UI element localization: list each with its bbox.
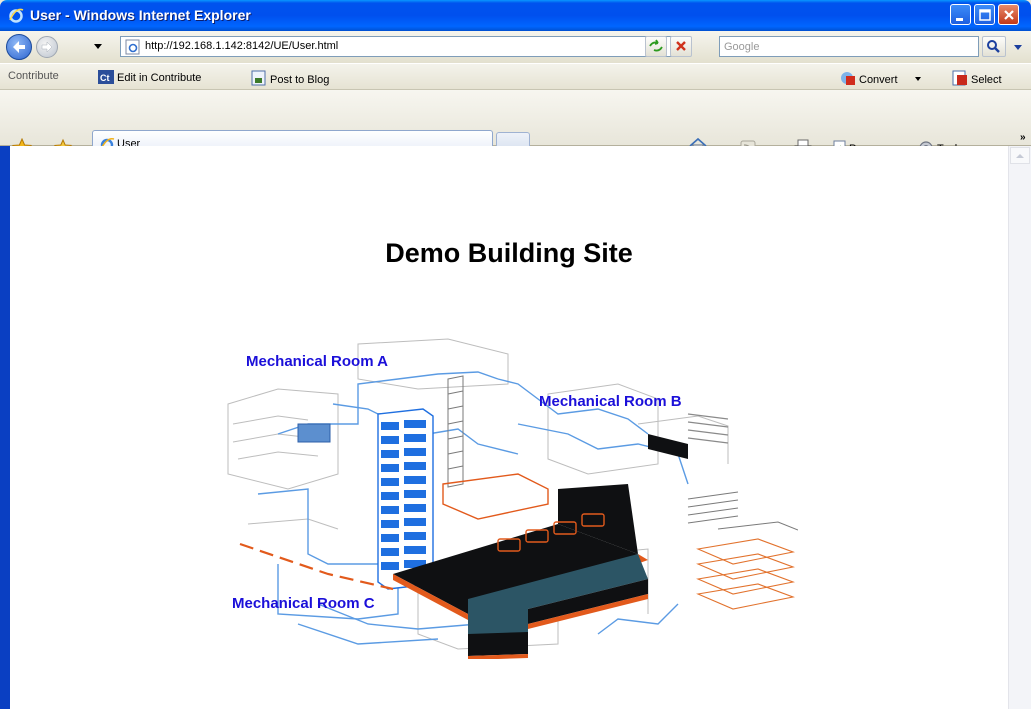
- url-text: http://192.168.1.142:8142/UE/User.html: [145, 40, 339, 52]
- refresh-icon: [649, 39, 663, 52]
- back-button[interactable]: [6, 34, 32, 60]
- mechanical-room-c-link[interactable]: Mechanical Room C: [232, 595, 375, 612]
- back-arrow-icon: [13, 41, 25, 53]
- address-field[interactable]: http://192.168.1.142:8142/UE/User.html: [120, 36, 690, 57]
- page-title: Demo Building Site: [385, 238, 633, 268]
- forward-arrow-icon: [41, 41, 53, 53]
- stop-icon: [676, 41, 686, 51]
- post-to-blog-button[interactable]: Post to Blog: [251, 70, 329, 86]
- mechanical-room-a-link[interactable]: Mechanical Room A: [246, 353, 388, 370]
- contribute-label: Contribute: [8, 70, 59, 82]
- close-icon: [1004, 10, 1014, 20]
- edit-in-contribute-button[interactable]: Ct Edit in Contribute: [98, 70, 201, 84]
- page-icon: [125, 39, 140, 55]
- title-bar: User - Windows Internet Explorer: [0, 0, 1031, 31]
- search-button[interactable]: [982, 36, 1006, 57]
- refresh-button[interactable]: [645, 36, 667, 57]
- convert-icon: [841, 72, 855, 85]
- svg-text:Ct: Ct: [100, 73, 110, 83]
- search-icon: [987, 40, 1000, 53]
- search-options-dropdown[interactable]: [1014, 45, 1022, 50]
- select-icon: [952, 70, 967, 86]
- window-title: User - Windows Internet Explorer: [30, 7, 251, 23]
- minimize-icon: [956, 18, 963, 21]
- contribute-icon: Ct: [98, 70, 114, 84]
- mechanical-room-b-link[interactable]: Mechanical Room B: [539, 393, 682, 410]
- toolbar-overflow-chevron[interactable]: »: [1020, 132, 1026, 143]
- minimize-button[interactable]: [950, 4, 971, 25]
- maximize-icon: [979, 9, 991, 21]
- forward-button[interactable]: [36, 36, 58, 58]
- history-dropdown[interactable]: [94, 44, 102, 49]
- vertical-scrollbar[interactable]: [1008, 146, 1031, 709]
- blog-icon: [251, 70, 266, 86]
- select-button[interactable]: Select: [952, 70, 1002, 86]
- contribute-toolbar: Contribute Ct Edit in Contribute Post to …: [0, 63, 1031, 90]
- search-box[interactable]: [719, 36, 979, 57]
- convert-button[interactable]: Convert: [838, 70, 921, 86]
- window-left-border: [0, 146, 10, 709]
- maximize-button[interactable]: [974, 4, 995, 25]
- ie-logo-icon: [9, 8, 24, 23]
- address-toolbar: http://192.168.1.142:8142/UE/User.html: [0, 31, 1031, 63]
- close-button[interactable]: [998, 4, 1019, 25]
- scroll-up-button[interactable]: [1010, 147, 1030, 164]
- search-input[interactable]: [724, 38, 964, 55]
- page-content: Demo Building Site Mechanical Room A Mec…: [10, 146, 1008, 709]
- convert-dropdown[interactable]: [914, 77, 921, 81]
- stop-button[interactable]: [670, 36, 692, 57]
